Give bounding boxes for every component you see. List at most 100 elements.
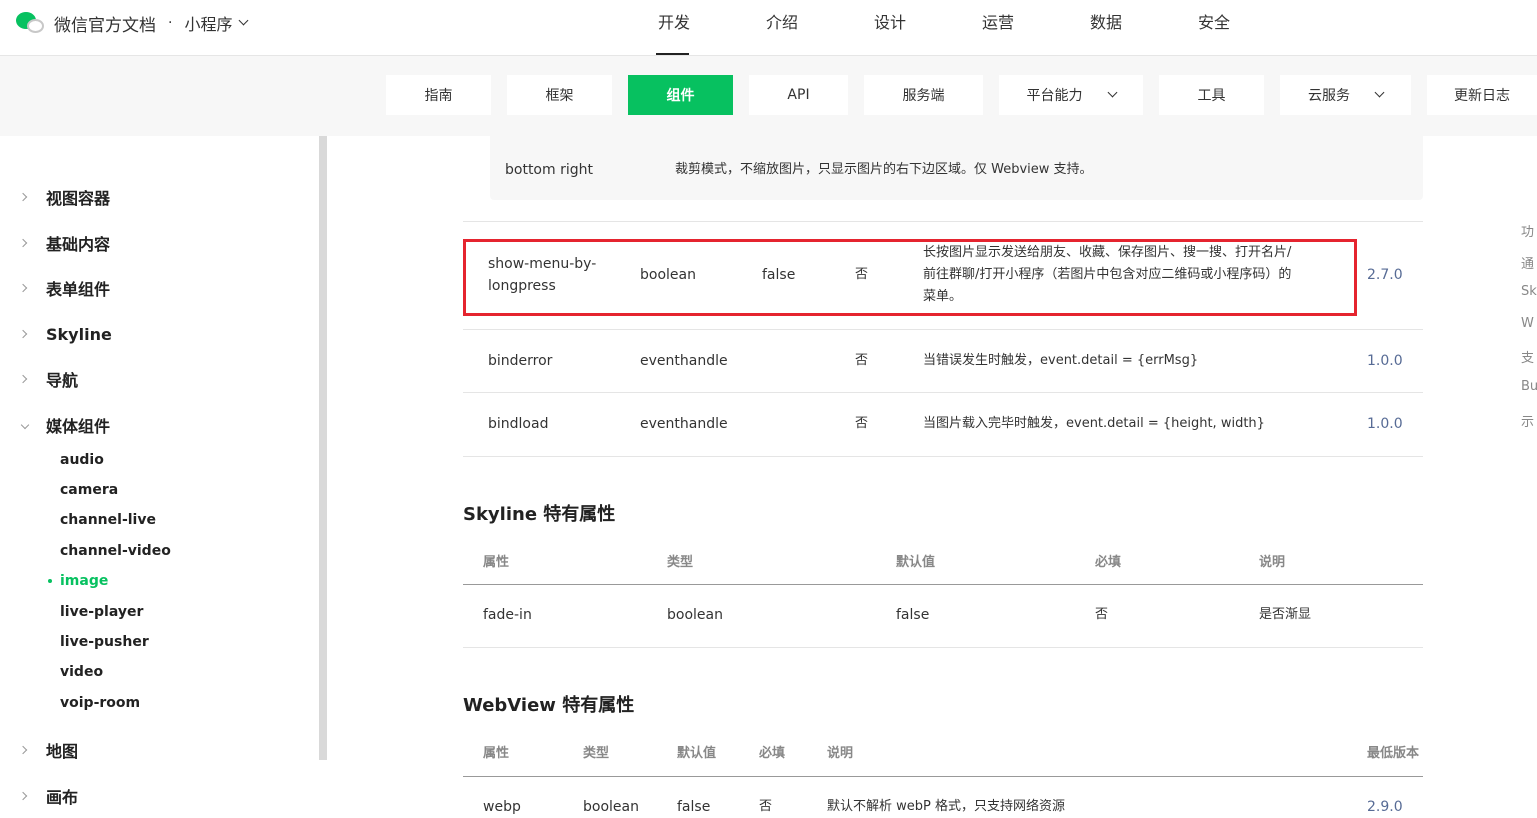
webview-header-prop: 属性 bbox=[483, 746, 510, 761]
outline-item[interactable]: 功 bbox=[1521, 221, 1534, 240]
outline-item[interactable]: 通 bbox=[1521, 253, 1534, 272]
nav-design[interactable]: 设计 bbox=[836, 0, 944, 56]
sidebar-item-media[interactable]: 媒体组件 bbox=[0, 409, 300, 441]
skyline-desc: 是否渐显 bbox=[1259, 607, 1312, 622]
webview-header-type: 类型 bbox=[583, 746, 610, 761]
tab-components[interactable]: 组件 bbox=[628, 75, 733, 115]
webview-header-desc: 说明 bbox=[827, 746, 854, 761]
skyline-header-type: 类型 bbox=[667, 555, 694, 570]
sidebar-item-label: 导航 bbox=[46, 371, 79, 390]
outline-item[interactable]: W bbox=[1521, 316, 1534, 331]
sub-tab-bar: 指南 框架 组件 API 服务端 平台能力 工具 云服务 更新日志 bbox=[0, 56, 1537, 136]
chevron-down-icon bbox=[20, 420, 30, 430]
skyline-header-required: 必填 bbox=[1095, 555, 1122, 570]
sidebar-item-label: 视图容器 bbox=[46, 189, 111, 208]
sidebar-item-view-container[interactable]: 视图容器 bbox=[0, 181, 300, 213]
outline-item[interactable]: Sk bbox=[1521, 284, 1537, 299]
tab-label: API bbox=[787, 87, 810, 103]
nav-develop[interactable]: 开发 bbox=[620, 0, 728, 56]
sidebar-item-label: 地图 bbox=[46, 742, 79, 761]
webview-header-version: 最低版本 bbox=[1367, 746, 1420, 761]
chevron-right-icon bbox=[18, 374, 28, 384]
sidebar-subitem-camera[interactable]: camera bbox=[0, 474, 300, 506]
sidebar-item-label: 表单组件 bbox=[46, 280, 111, 299]
prop-desc: 当错误发生时触发，event.detail = {errMsg} bbox=[923, 353, 1199, 368]
webview-header-required: 必填 bbox=[759, 746, 786, 761]
tab-platform[interactable]: 平台能力 bbox=[999, 75, 1143, 115]
highlight-box bbox=[463, 239, 1357, 316]
tab-label: 平台能力 bbox=[1026, 88, 1083, 104]
sidebar-item-label: Skyline bbox=[46, 324, 112, 344]
brand-title[interactable]: 微信官方文档 bbox=[54, 11, 156, 36]
sidebar-subitem-channel-live[interactable]: channel-live bbox=[0, 504, 300, 536]
prop-version-link[interactable]: 1.0.0 bbox=[1367, 413, 1403, 435]
sidebar-subitem-image[interactable]: image bbox=[0, 565, 300, 597]
webview-header-default: 默认值 bbox=[677, 746, 717, 761]
mode-value-desc: 裁剪模式，不缩放图片，只显示图片的右下边区域。仅 Webview 支持。 bbox=[675, 162, 1093, 177]
tab-guide[interactable]: 指南 bbox=[386, 75, 491, 115]
page-outline: 功 通 Sk W 支 Bu 示 bbox=[1521, 0, 1537, 818]
tab-label: 工具 bbox=[1197, 88, 1226, 104]
row-divider bbox=[463, 329, 1423, 330]
sidebar-subitem-channel-video[interactable]: channel-video bbox=[0, 535, 300, 567]
sidebar-subitem-live-pusher[interactable]: live-pusher bbox=[0, 626, 300, 658]
nav-intro[interactable]: 介绍 bbox=[728, 0, 836, 56]
sidebar-item-navigation[interactable]: 导航 bbox=[0, 363, 300, 395]
sidebar-item-canvas[interactable]: 画布 bbox=[0, 780, 300, 812]
skyline-type: boolean bbox=[667, 607, 723, 623]
top-header: 微信官方文档 · 小程序 开发 介绍 设计 运营 数据 安全 bbox=[0, 0, 1537, 56]
skyline-header-prop: 属性 bbox=[483, 555, 510, 570]
sidebar-item-map[interactable]: 地图 bbox=[0, 734, 300, 766]
main-content: bottom right 裁剪模式，不缩放图片，只显示图片的右下边区域。仅 We… bbox=[330, 136, 1450, 818]
nav-operate[interactable]: 运营 bbox=[944, 0, 1052, 56]
skyline-header-default: 默认值 bbox=[896, 555, 936, 570]
sidebar-item-basic-content[interactable]: 基础内容 bbox=[0, 227, 300, 259]
row-divider bbox=[463, 221, 1423, 222]
skyline-prop: fade-in bbox=[483, 607, 532, 623]
tab-server[interactable]: 服务端 bbox=[864, 75, 983, 115]
outline-item[interactable]: 支 bbox=[1521, 347, 1534, 366]
prop-name: bindload bbox=[488, 416, 549, 432]
tab-tools[interactable]: 工具 bbox=[1159, 75, 1264, 115]
sidebar-item-form[interactable]: 表单组件 bbox=[0, 272, 300, 304]
sidebar-subitem-voip-room[interactable]: voip-room bbox=[0, 687, 300, 719]
nav-data[interactable]: 数据 bbox=[1052, 0, 1160, 56]
chevron-down-icon bbox=[1374, 87, 1385, 97]
nav-security[interactable]: 安全 bbox=[1160, 0, 1268, 56]
skyline-header-desc: 说明 bbox=[1259, 555, 1286, 570]
tab-label: 服务端 bbox=[902, 88, 945, 104]
sidebar-item-label: 画布 bbox=[46, 788, 79, 807]
sidebar-subitem-live-player[interactable]: live-player bbox=[0, 596, 300, 628]
tab-framework[interactable]: 框架 bbox=[507, 75, 612, 115]
prop-version-link[interactable]: 1.0.0 bbox=[1367, 350, 1403, 372]
outline-item[interactable]: 示 bbox=[1521, 411, 1534, 430]
brand[interactable]: 微信官方文档 · 小程序 bbox=[16, 10, 249, 36]
sidebar-subitem-video[interactable]: video bbox=[0, 656, 300, 688]
sidebar-item-skyline[interactable]: Skyline bbox=[0, 318, 300, 350]
sidebar-subitem-audio[interactable]: audio bbox=[0, 444, 300, 476]
chevron-right-icon bbox=[18, 329, 28, 339]
row-divider bbox=[463, 647, 1423, 648]
sidebar-subitem-label: audio bbox=[60, 452, 104, 468]
active-dot-icon bbox=[48, 579, 52, 583]
webview-section-title: WebView 特有属性 bbox=[463, 695, 635, 716]
sidebar-subitem-label: voip-room bbox=[60, 695, 141, 711]
prop-version-link[interactable]: 2.7.0 bbox=[1367, 264, 1403, 286]
sidebar-subitem-label: video bbox=[60, 664, 104, 680]
sidebar-subitem-label: camera bbox=[60, 482, 119, 498]
chevron-down-icon bbox=[1107, 87, 1117, 97]
main-nav: 开发 介绍 设计 运营 数据 安全 bbox=[620, 0, 1268, 56]
tab-label: 指南 bbox=[424, 88, 453, 104]
outline-item[interactable]: Bu bbox=[1521, 379, 1537, 394]
tab-api[interactable]: API bbox=[749, 75, 848, 115]
tab-cloud[interactable]: 云服务 bbox=[1280, 75, 1411, 115]
prop-desc: 当图片载入完毕时触发，event.detail = {height, width… bbox=[923, 416, 1265, 431]
sidebar-subitem-label: image bbox=[60, 573, 109, 589]
webview-version-link[interactable]: 2.9.0 bbox=[1367, 796, 1403, 818]
webview-prop: webp bbox=[483, 799, 521, 815]
sidebar-scrollbar[interactable] bbox=[319, 136, 327, 760]
chevron-down-icon[interactable] bbox=[239, 15, 249, 25]
product-switcher[interactable]: 小程序 bbox=[184, 11, 232, 35]
row-divider bbox=[463, 392, 1423, 393]
wechat-logo-icon bbox=[16, 10, 46, 36]
